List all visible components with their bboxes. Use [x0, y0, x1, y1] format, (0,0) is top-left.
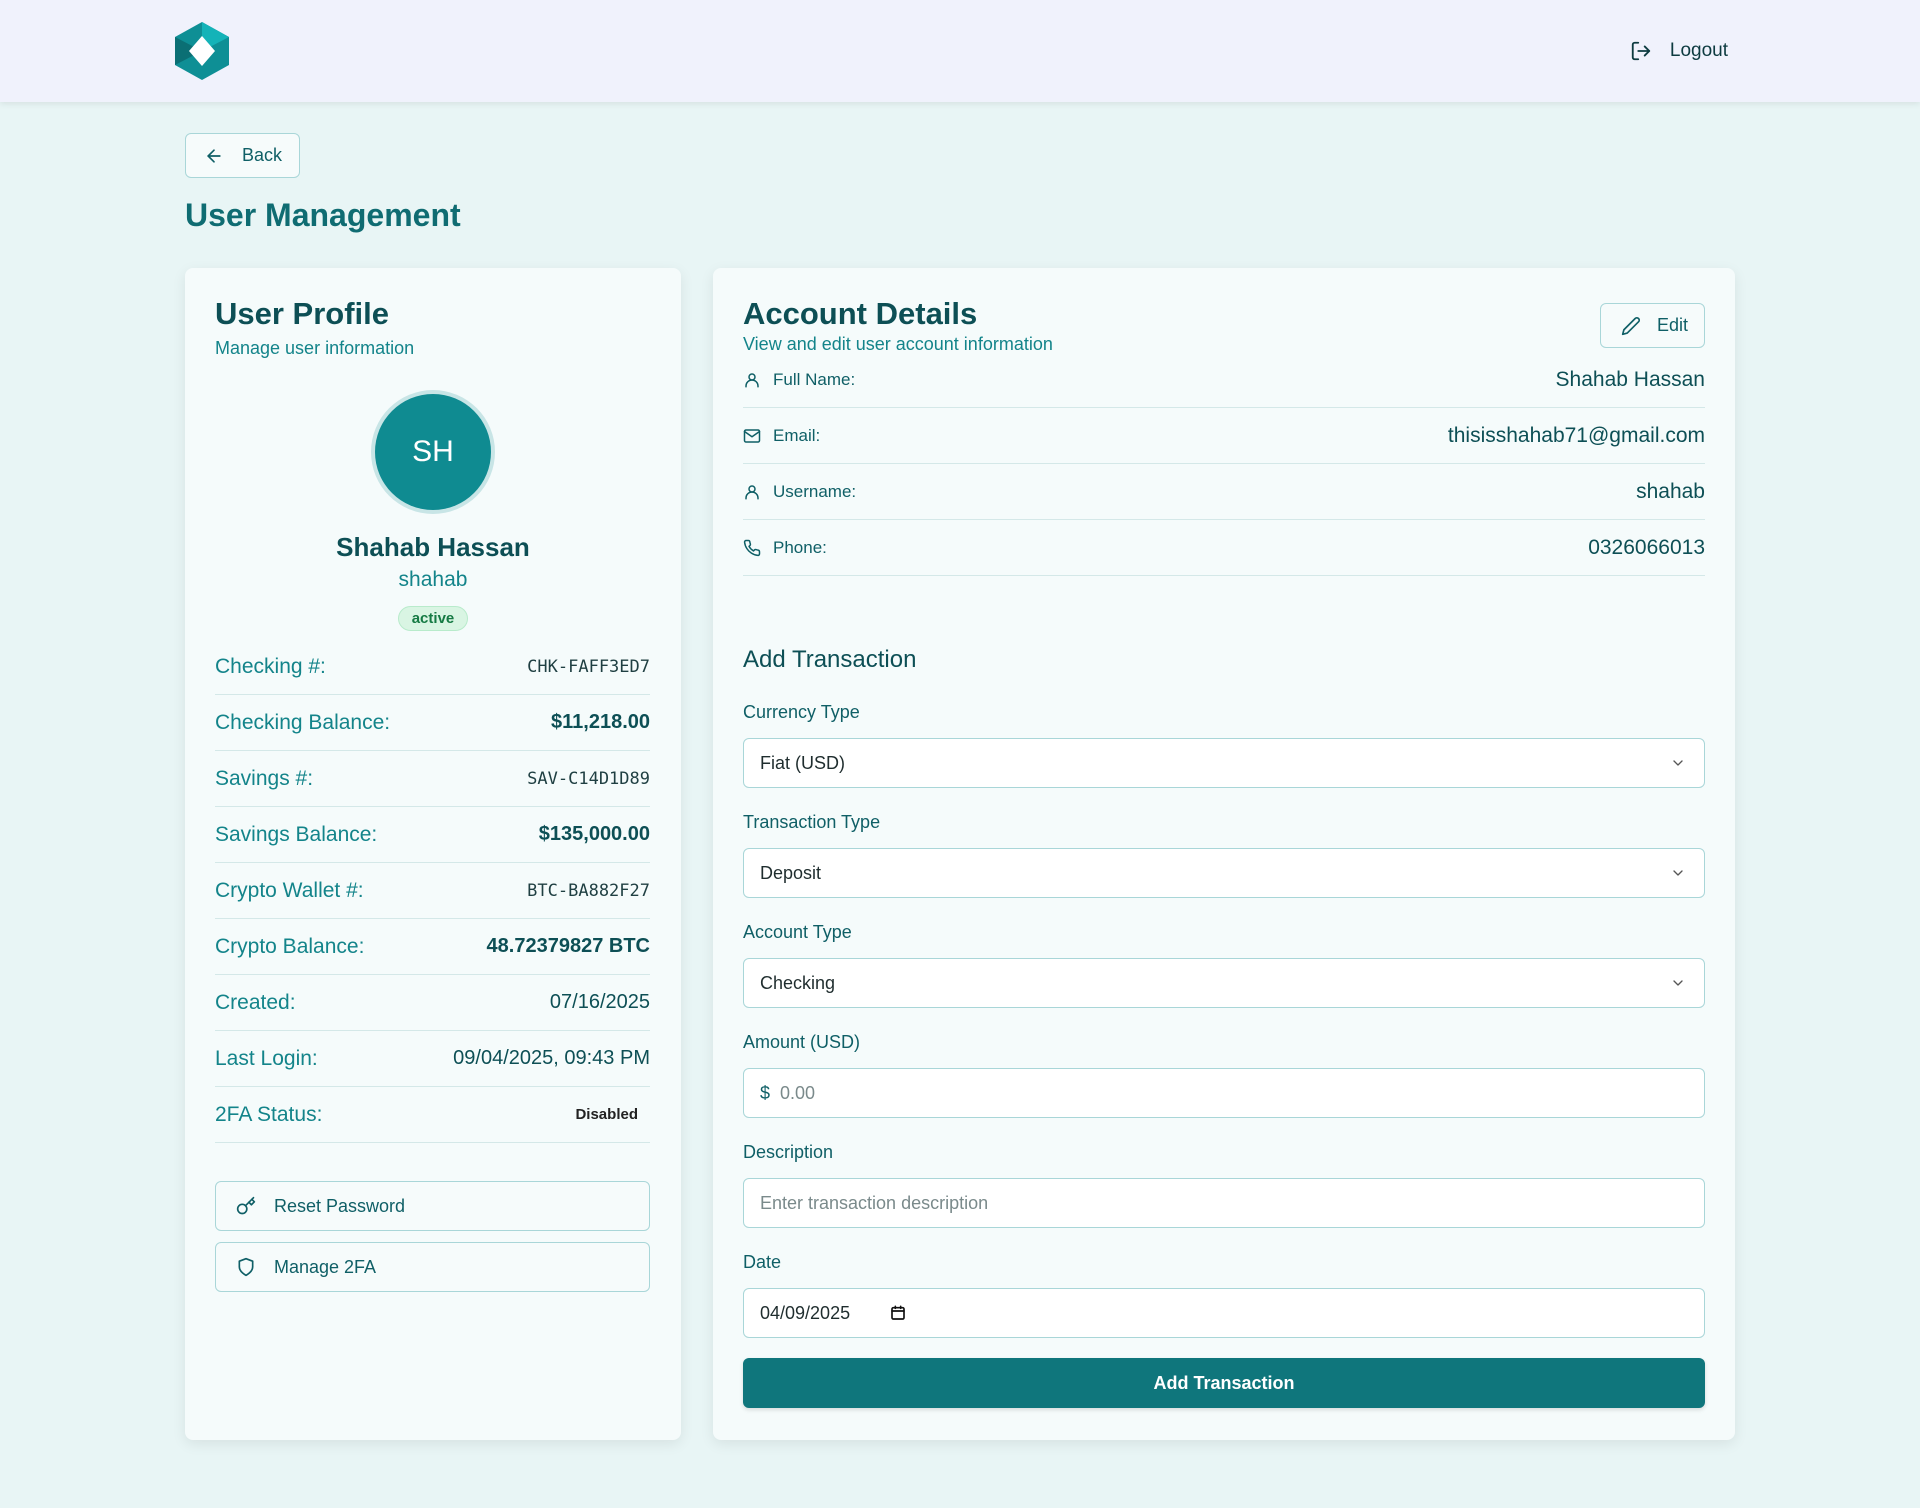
add-transaction-label: Add Transaction [1153, 1372, 1295, 1393]
currency-type-value: Fiat (USD) [760, 752, 845, 773]
savings-number-row: Savings #: SAV-C14D1D89 [215, 751, 650, 807]
logout-button[interactable]: Logout [1630, 36, 1728, 66]
back-label: Back [242, 145, 283, 165]
2fa-status-row: 2FA Status: Disabled [215, 1087, 650, 1143]
user-icon [745, 372, 759, 387]
reset-password-button[interactable]: Reset Password [215, 1181, 650, 1231]
amount-placeholder: 0.00 [780, 1082, 816, 1103]
detail-value: 0326066013 [1588, 535, 1705, 559]
transaction-type-label: Transaction Type [743, 812, 881, 832]
hexagon-logo-icon[interactable] [175, 22, 229, 80]
date-value: 04/09/2025 [760, 1302, 851, 1323]
shield-icon [238, 1257, 254, 1277]
profile-username: shahab [398, 568, 468, 591]
add-transaction-button[interactable]: Add Transaction [743, 1358, 1705, 1408]
transaction-type-value: Deposit [760, 862, 822, 883]
account-type-label: Account Type [743, 922, 852, 942]
account-details-title: Account Details [743, 296, 978, 331]
phone-row: Phone: 0326066013 [743, 520, 1705, 576]
savings-balance-row: Savings Balance: $135,000.00 [215, 807, 650, 863]
edit-label: Edit [1657, 315, 1689, 335]
arrow-left-icon [207, 148, 221, 163]
date-input[interactable]: 04/09/2025 [743, 1288, 1705, 1338]
logout-label: Logout [1669, 40, 1728, 61]
info-label: Savings #: [215, 766, 314, 790]
calendar-icon[interactable] [890, 1305, 906, 1321]
detail-label: Phone: [773, 537, 827, 557]
account-info-list: Checking #: CHK-FAFF3ED7 Checking Balanc… [215, 639, 650, 1143]
dollar-prefix: $ [760, 1082, 771, 1103]
user-profile-title: User Profile [215, 296, 390, 331]
info-label: Checking #: [215, 654, 326, 678]
checking-number-row: Checking #: CHK-FAFF3ED7 [215, 639, 650, 695]
account-details-list: Full Name: Shahab Hassan Email: thisissh… [743, 352, 1705, 576]
info-value: 09/04/2025, 09:43 PM [453, 1047, 650, 1069]
date-label: Date [743, 1252, 782, 1272]
crypto-balance-row: Crypto Balance: 48.72379827 BTC [215, 919, 650, 975]
status-badge: active [397, 606, 469, 631]
description-input[interactable]: Enter transaction description [743, 1178, 1705, 1228]
manage-2fa-label: Manage 2FA [274, 1256, 377, 1277]
full-name-row: Full Name: Shahab Hassan [743, 352, 1705, 408]
info-label: 2FA Status: [215, 1102, 323, 1126]
currency-type-label: Currency Type [743, 702, 860, 722]
page-title: User Management [185, 197, 461, 233]
top-bar: Logout [0, 0, 1920, 102]
info-label: Created: [215, 990, 296, 1014]
key-icon [236, 1196, 256, 1215]
chevron-down-icon [1673, 980, 1683, 986]
info-label: Crypto Balance: [215, 934, 365, 958]
user-profile-card: User Profile Manage user information SH … [185, 268, 681, 1440]
description-placeholder: Enter transaction description [760, 1192, 989, 1213]
info-label: Checking Balance: [215, 710, 391, 734]
account-details-card: Account Details View and edit user accou… [713, 268, 1735, 1440]
2fa-status-value: Disabled [575, 1106, 638, 1123]
info-value: $135,000.00 [538, 823, 650, 845]
detail-value: shahab [1636, 479, 1705, 503]
profile-name: Shahab Hassan [336, 532, 530, 562]
mail-icon [743, 428, 761, 443]
edit-button[interactable]: Edit [1600, 303, 1705, 348]
avatar: SH [375, 394, 491, 510]
info-value: 07/16/2025 [549, 991, 650, 1013]
user-profile-subtitle: Manage user information [215, 338, 415, 358]
info-label: Last Login: [215, 1046, 318, 1070]
add-transaction-title: Add Transaction [743, 646, 917, 673]
checking-balance-row: Checking Balance: $11,218.00 [215, 695, 650, 751]
last-login-row: Last Login: 09/04/2025, 09:43 PM [215, 1031, 650, 1087]
email-row: Email: thisisshahab71@gmail.com [743, 408, 1705, 464]
detail-label: Username: [773, 481, 857, 501]
detail-label: Full Name: [773, 369, 856, 389]
amount-input[interactable]: $ 0.00 [743, 1068, 1705, 1118]
back-button[interactable]: Back [185, 133, 300, 178]
username-row: Username: shahab [743, 464, 1705, 520]
manage-2fa-button[interactable]: Manage 2FA [215, 1242, 650, 1292]
info-value: $11,218.00 [551, 711, 650, 733]
user-icon [745, 484, 759, 499]
logout-icon [1631, 41, 1651, 61]
currency-type-select[interactable]: Fiat (USD) [743, 738, 1705, 788]
transaction-type-select[interactable]: Deposit [743, 848, 1705, 898]
crypto-wallet-row: Crypto Wallet #: BTC-BA882F27 [215, 863, 650, 919]
detail-label: Email: [773, 425, 821, 445]
info-value: SAV-C14D1D89 [527, 768, 650, 789]
info-value: CHK-FAFF3ED7 [527, 656, 650, 677]
reset-password-label: Reset Password [274, 1195, 406, 1216]
account-type-select[interactable]: Checking [743, 958, 1705, 1008]
created-row: Created: 07/16/2025 [215, 975, 650, 1031]
description-label: Description [743, 1142, 834, 1162]
pencil-icon [1621, 316, 1640, 335]
info-label: Crypto Wallet #: [215, 878, 364, 902]
phone-icon [743, 539, 761, 556]
chevron-down-icon [1673, 870, 1683, 876]
detail-value: Shahab Hassan [1555, 367, 1705, 391]
chevron-down-icon [1673, 760, 1683, 766]
amount-label: Amount (USD) [743, 1032, 861, 1052]
avatar-initials: SH [412, 435, 454, 468]
info-value: 48.72379827 BTC [486, 935, 650, 957]
account-type-value: Checking [760, 972, 836, 993]
detail-value: thisisshahab71@gmail.com [1447, 423, 1705, 447]
info-label: Savings Balance: [215, 822, 378, 846]
info-value: BTC-BA882F27 [527, 880, 650, 901]
